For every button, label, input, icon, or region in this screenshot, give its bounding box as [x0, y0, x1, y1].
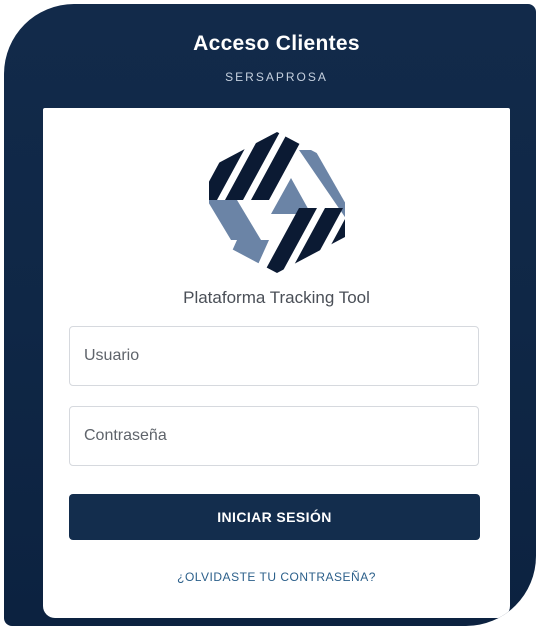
login-frame: Acceso Clientes SERSAPROSA Plataforma Tr…: [4, 4, 536, 626]
password-field[interactable]: [69, 406, 479, 466]
header: Acceso Clientes SERSAPROSA: [44, 4, 509, 112]
login-button[interactable]: INICIAR SESIÓN: [69, 494, 480, 540]
username-field[interactable]: [69, 326, 479, 386]
platform-name: Plataforma Tracking Tool: [183, 288, 370, 307]
page-title: Acceso Clientes: [193, 32, 360, 55]
password-input[interactable]: [70, 407, 478, 465]
username-input[interactable]: [70, 327, 478, 385]
company-subtitle: SERSAPROSA: [225, 70, 328, 84]
login-card: Plataforma Tracking Tool INICIAR SESIÓN …: [43, 108, 510, 618]
forgot-password-link[interactable]: ¿OLVIDASTE TU CONTRASEÑA?: [43, 570, 510, 584]
hexagon-stripes-logo-icon: [209, 132, 345, 273]
